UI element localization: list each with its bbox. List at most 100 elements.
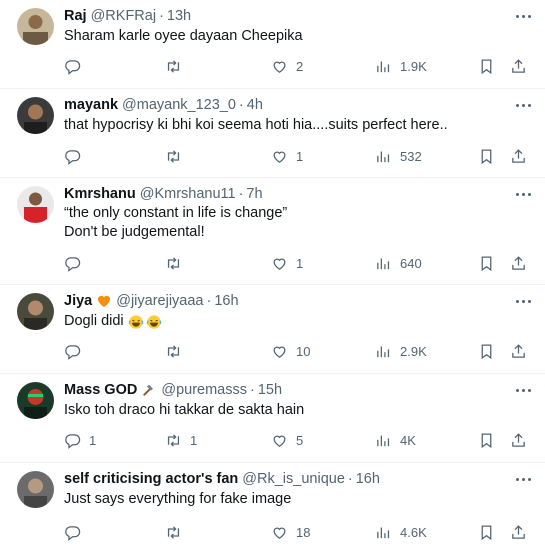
retweet-button[interactable] xyxy=(165,146,190,166)
reply-button[interactable] xyxy=(64,253,89,273)
timestamp[interactable]: 16h xyxy=(214,292,238,310)
view-count: 4K xyxy=(400,432,416,448)
share-button[interactable] xyxy=(510,253,527,273)
like-count: 1 xyxy=(296,148,304,164)
reply-button[interactable] xyxy=(64,146,89,166)
tweet[interactable]: Kmrshanu @Kmrshanu11 · 7h “the only cons… xyxy=(0,178,545,285)
bookmark-icon xyxy=(481,58,492,74)
like-button[interactable]: 10 xyxy=(271,341,310,361)
retweet-button[interactable] xyxy=(165,341,190,361)
like-button[interactable]: 2 xyxy=(271,56,303,76)
share-icon xyxy=(512,255,525,270)
avatar[interactable] xyxy=(17,97,54,134)
share-icon xyxy=(512,343,525,358)
tweet-header: Raj @RKFRaj · 13h xyxy=(64,7,191,25)
replies-feed: Raj @RKFRaj · 13h Sharam karle oyee daya… xyxy=(0,0,545,554)
retweet-button[interactable] xyxy=(165,56,190,76)
timestamp[interactable]: 7h xyxy=(246,185,262,203)
share-icon xyxy=(512,148,525,163)
views-button[interactable]: 2.9K xyxy=(375,341,427,361)
tweet[interactable]: mayank @mayank_123_0 · 4h that hypocrisy… xyxy=(0,89,545,178)
heart-icon xyxy=(273,527,286,539)
author-name[interactable]: Raj xyxy=(64,7,87,25)
view-count: 2.9K xyxy=(400,343,427,359)
avatar[interactable] xyxy=(17,186,54,223)
more-options-icon[interactable] xyxy=(513,469,533,489)
bookmark-button[interactable] xyxy=(478,253,495,273)
author-handle[interactable]: @jiyarejiyaaa xyxy=(116,292,203,310)
reply-count: 1 xyxy=(89,432,97,448)
tweet[interactable]: Jiya @jiyarejiyaaa · 16h Dogli didi 10 2… xyxy=(0,285,545,374)
share-button[interactable] xyxy=(510,522,527,542)
like-button[interactable]: 5 xyxy=(271,430,303,450)
action-bar: 1 640 xyxy=(64,253,531,273)
tweet[interactable]: Mass GOD @puremasss · 15h Isko toh draco… xyxy=(0,374,545,463)
author-handle[interactable]: @RKFRaj xyxy=(91,7,156,25)
author-name[interactable]: Mass GOD xyxy=(64,381,137,399)
bookmark-button[interactable] xyxy=(478,56,495,76)
more-options-icon[interactable] xyxy=(513,95,533,115)
heart-icon xyxy=(273,435,286,447)
author-name[interactable]: Kmrshanu xyxy=(64,185,136,203)
author-handle[interactable]: @Rk_is_unique xyxy=(242,470,345,488)
retweet-button[interactable]: 1 xyxy=(165,430,197,450)
hammer-icon xyxy=(143,384,154,396)
separator-dot: · xyxy=(238,97,244,113)
share-button[interactable] xyxy=(510,56,527,76)
views-button[interactable]: 1.9K xyxy=(375,56,427,76)
author-name[interactable]: Jiya xyxy=(64,292,92,310)
tweet-text-line: Don't be judgemental! xyxy=(64,224,205,240)
reply-button[interactable] xyxy=(64,341,89,361)
timestamp[interactable]: 16h xyxy=(356,470,380,488)
tweet-text-line: Isko toh draco hi takkar de sakta hain xyxy=(64,402,305,418)
action-bar: 1 532 xyxy=(64,146,531,166)
views-button[interactable]: 532 xyxy=(375,146,422,166)
more-options-icon[interactable] xyxy=(513,184,533,204)
views-button[interactable]: 640 xyxy=(375,253,422,273)
reply-button[interactable] xyxy=(64,522,89,542)
retweet-button[interactable] xyxy=(165,253,190,273)
reply-button[interactable]: 1 xyxy=(64,430,96,450)
like-button[interactable]: 1 xyxy=(271,253,303,273)
bookmark-icon xyxy=(481,343,492,359)
timestamp[interactable]: 4h xyxy=(247,96,263,114)
tweet[interactable]: Raj @RKFRaj · 13h Sharam karle oyee daya… xyxy=(0,0,545,89)
tweet-header: Mass GOD @puremasss · 15h xyxy=(64,381,282,399)
retweet-button[interactable] xyxy=(165,522,190,542)
tweet-text: that hypocrisy ki bhi koi seema hoti hia… xyxy=(64,116,448,135)
share-button[interactable] xyxy=(510,341,527,361)
more-options-icon[interactable] xyxy=(513,291,533,311)
views-button[interactable]: 4K xyxy=(375,430,416,450)
timestamp[interactable]: 13h xyxy=(167,7,191,25)
bookmark-button[interactable] xyxy=(478,522,495,542)
action-bar: 1 1 5 4K xyxy=(64,430,531,450)
heart-icon xyxy=(273,346,286,358)
author-name[interactable]: mayank xyxy=(64,96,118,114)
timestamp[interactable]: 15h xyxy=(258,381,282,399)
bookmark-button[interactable] xyxy=(478,341,495,361)
views-chart-icon xyxy=(377,527,390,538)
avatar[interactable] xyxy=(17,382,54,419)
share-button[interactable] xyxy=(510,146,527,166)
like-button[interactable]: 18 xyxy=(271,522,310,542)
view-count: 1.9K xyxy=(400,58,427,74)
avatar[interactable] xyxy=(17,8,54,45)
avatar[interactable] xyxy=(17,293,54,330)
bookmark-button[interactable] xyxy=(478,430,495,450)
views-button[interactable]: 4.6K xyxy=(375,522,427,542)
author-handle[interactable]: @mayank_123_0 xyxy=(122,96,236,114)
author-name[interactable]: self criticising actor's fan xyxy=(64,470,238,488)
share-button[interactable] xyxy=(510,430,527,450)
retweet-icon xyxy=(167,149,180,163)
avatar[interactable] xyxy=(17,471,54,508)
author-handle[interactable]: @Kmrshanu11 xyxy=(140,185,236,203)
bookmark-button[interactable] xyxy=(478,146,495,166)
views-chart-icon xyxy=(377,435,390,446)
tweet[interactable]: self criticising actor's fan @Rk_is_uniq… xyxy=(0,463,545,554)
author-handle[interactable]: @puremasss xyxy=(161,381,247,399)
like-button[interactable]: 1 xyxy=(271,146,303,166)
reply-button[interactable] xyxy=(64,56,89,76)
retweet-icon xyxy=(167,256,180,270)
more-options-icon[interactable] xyxy=(513,380,533,400)
more-options-icon[interactable] xyxy=(513,6,533,26)
